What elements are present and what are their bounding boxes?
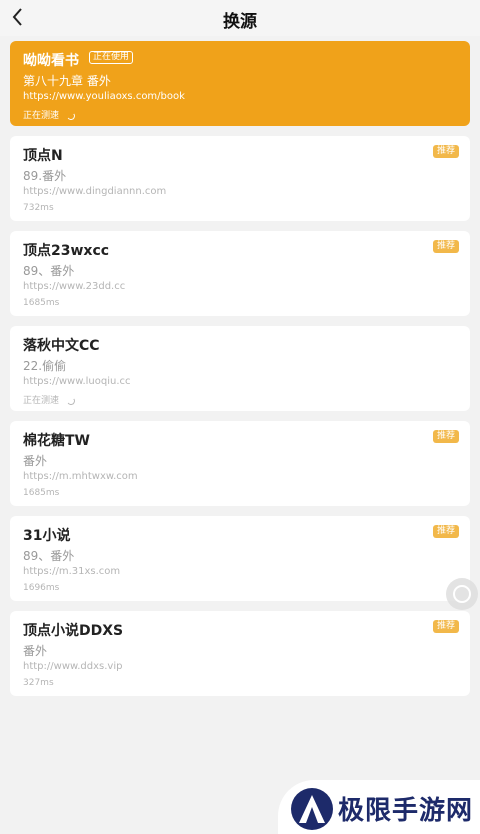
- response-time: 327ms: [23, 678, 54, 688]
- latest-chapter: 第八十九章 番外: [23, 74, 111, 88]
- recommend-badge: 推荐: [432, 430, 459, 443]
- source-url: https://m.mhtwxw.com: [23, 471, 138, 482]
- source-name: 棉花糖TW: [23, 433, 90, 449]
- source-name: 呦呦看书: [23, 53, 79, 69]
- source-item[interactable]: 棉花糖TW 推荐 番外 https://m.mhtwxw.com 1685ms: [10, 421, 470, 506]
- source-item[interactable]: 顶点N 推荐 89.番外 https://www.dingdiannn.com …: [10, 136, 470, 221]
- recommend-badge: 推荐: [432, 145, 459, 158]
- latest-chapter: 89.番外: [23, 169, 67, 183]
- source-item[interactable]: 31小说 推荐 89、番外 https://m.31xs.com 1696ms: [10, 516, 470, 601]
- source-url: http://www.ddxs.vip: [23, 661, 123, 672]
- source-item[interactable]: 顶点23wxcc 推荐 89、番外 https://www.23dd.cc 16…: [10, 231, 470, 316]
- response-time: 1685ms: [23, 488, 60, 498]
- source-url: https://www.dingdiannn.com: [23, 186, 167, 197]
- watermark-text: 极限手游网: [338, 796, 474, 826]
- source-list: 呦呦看书 正在使用 第八十九章 番外 https://www.youliaoxs…: [10, 41, 470, 706]
- watermark: 极限手游网: [278, 780, 480, 834]
- source-name: 落秋中文CC: [23, 338, 100, 354]
- source-name: 顶点N: [23, 148, 63, 164]
- source-url: https://m.31xs.com: [23, 566, 121, 577]
- source-item-current[interactable]: 呦呦看书 正在使用 第八十九章 番外 https://www.youliaoxs…: [10, 41, 470, 126]
- source-name: 31小说: [23, 528, 71, 544]
- source-name: 顶点23wxcc: [23, 243, 110, 259]
- latest-chapter: 89、番外: [23, 549, 75, 563]
- latest-chapter: 22.偷偷: [23, 359, 67, 373]
- watermark-logo-icon: [291, 788, 333, 830]
- source-url: https://www.23dd.cc: [23, 281, 126, 292]
- source-item[interactable]: 落秋中文CC 22.偷偷 https://www.luoqiu.cc 正在测速: [10, 326, 470, 411]
- latest-chapter: 番外: [23, 644, 48, 658]
- latest-chapter: 89、番外: [23, 264, 75, 278]
- response-time: 1685ms: [23, 298, 60, 308]
- source-item[interactable]: 顶点小说DDXS 推荐 番外 http://www.ddxs.vip 327ms: [10, 611, 470, 696]
- loading-spinner-icon: [66, 395, 76, 406]
- source-name: 顶点小说DDXS: [23, 623, 124, 639]
- speed-status: 正在测速: [23, 393, 76, 406]
- latest-chapter: 番外: [23, 454, 48, 468]
- recommend-badge: 推荐: [432, 525, 459, 538]
- source-url: https://www.youliaoxs.com/book: [23, 91, 185, 102]
- response-time: 1696ms: [23, 583, 60, 593]
- page-title: 换源: [223, 12, 257, 32]
- top-bar: 换源: [0, 0, 480, 36]
- loading-spinner-icon: [66, 110, 76, 121]
- source-url: https://www.luoqiu.cc: [23, 376, 131, 387]
- recommend-badge: 推荐: [432, 620, 459, 633]
- speed-status: 正在测速: [23, 108, 76, 121]
- response-time: 732ms: [23, 203, 54, 213]
- floating-assist-button[interactable]: [446, 578, 478, 610]
- recommend-badge: 推荐: [432, 240, 459, 253]
- in-use-badge: 正在使用: [89, 51, 134, 64]
